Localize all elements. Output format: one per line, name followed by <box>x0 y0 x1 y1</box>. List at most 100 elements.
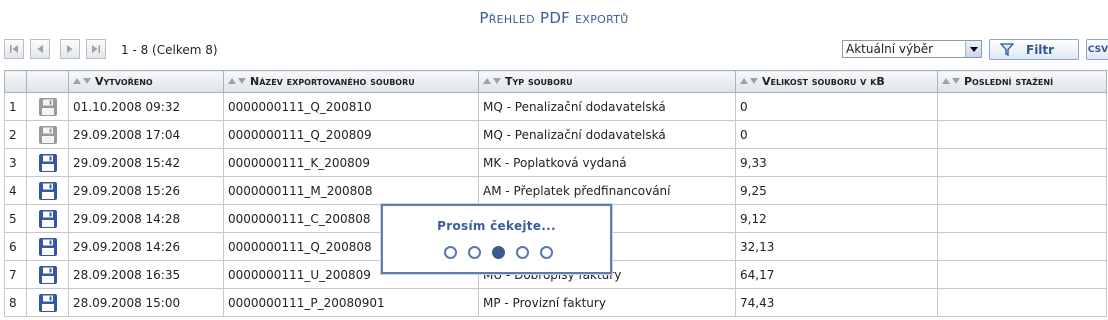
funnel-icon <box>1000 43 1014 56</box>
loading-dialog: Prosím čekejte... <box>381 204 612 274</box>
file-name-cell: 0000000111_K_200809 <box>223 148 479 177</box>
filter-button[interactable]: Filtr <box>989 39 1079 60</box>
row-number: 1 <box>4 92 27 121</box>
header-row-number <box>4 70 27 93</box>
download-cell[interactable] <box>26 148 69 177</box>
table-header-row: Vytvořeno Název exportovaného souboru Ty… <box>4 70 1107 93</box>
row-number: 4 <box>4 176 27 205</box>
row-number: 5 <box>4 204 27 233</box>
row-number: 8 <box>4 288 27 317</box>
save-disk-icon[interactable] <box>38 125 57 144</box>
header-last-download[interactable]: Poslední stažení <box>937 70 1107 93</box>
header-file-size[interactable]: Velikost souboru v kB <box>735 70 938 93</box>
header-created-label: Vytvořeno <box>95 74 153 88</box>
header-download <box>26 70 69 93</box>
table-row[interactable]: 4 29.09.2008 15:26 0000000111_M_200808 AM -… <box>4 176 1107 205</box>
prev-page-button[interactable] <box>30 39 50 59</box>
header-created[interactable]: Vytvořeno <box>68 70 224 93</box>
table-row[interactable]: 8 28.09.2008 15:00 0000000111_P_20080901 MP… <box>4 288 1107 317</box>
file-size-cell: 74,43 <box>735 288 938 317</box>
file-name-cell: 0000000111_Q_200809 <box>223 120 479 149</box>
download-cell[interactable] <box>26 232 69 261</box>
last-download-cell <box>937 260 1107 289</box>
header-last-download-label: Poslední stažení <box>964 74 1054 88</box>
download-cell[interactable] <box>26 92 69 121</box>
file-name-cell: 0000000111_P_20080901 <box>223 288 479 317</box>
save-disk-icon[interactable] <box>38 293 57 312</box>
last-download-cell <box>937 92 1107 121</box>
last-download-cell <box>937 232 1107 261</box>
filter-select[interactable]: Aktuální výběr <box>842 40 982 58</box>
row-number: 2 <box>4 120 27 149</box>
header-file-type[interactable]: Typ souboru <box>478 70 736 93</box>
file-type-cell: MQ - Penalizační dodavatelská <box>478 120 736 149</box>
page-title: Přehled PDF exportů <box>479 9 629 27</box>
last-page-button[interactable] <box>86 39 106 59</box>
save-disk-icon[interactable] <box>38 265 57 284</box>
loading-message: Prosím čekejte... <box>437 219 556 233</box>
page-info: 1 - 8 (Celkem 8) <box>121 43 218 57</box>
created-cell: 29.09.2008 15:42 <box>68 148 224 177</box>
grid-toolbar: 1 - 8 (Celkem 8) Aktuální výběr Filtr CS… <box>4 39 1108 63</box>
csv-label: CSV <box>1087 44 1108 55</box>
download-cell[interactable] <box>26 120 69 149</box>
loading-dot <box>540 246 553 259</box>
row-number: 7 <box>4 260 27 289</box>
file-name-cell: 0000000111_Q_200810 <box>223 92 479 121</box>
row-number: 3 <box>4 148 27 177</box>
row-number: 6 <box>4 232 27 261</box>
file-type-cell: AM - Přeplatek předfinancování <box>478 176 736 205</box>
save-disk-icon[interactable] <box>38 153 57 172</box>
filter-button-label: Filtr <box>1026 42 1055 57</box>
download-cell[interactable] <box>26 204 69 233</box>
save-disk-icon[interactable] <box>38 181 57 200</box>
created-cell: 29.09.2008 14:28 <box>68 204 224 233</box>
save-disk-icon[interactable] <box>38 237 57 256</box>
file-type-cell: MP - Provizní faktury <box>478 288 736 317</box>
last-page-icon <box>92 45 100 53</box>
next-page-icon <box>67 45 73 53</box>
file-size-cell: 0 <box>735 120 938 149</box>
created-cell: 28.09.2008 16:35 <box>68 260 224 289</box>
file-type-cell: MK - Poplatková vydaná <box>478 148 736 177</box>
sort-icon[interactable] <box>73 75 91 88</box>
header-file-name-label: Název exportovaného souboru <box>250 74 415 88</box>
csv-export-button[interactable]: CSV <box>1086 39 1108 60</box>
last-download-cell <box>937 120 1107 149</box>
header-file-name[interactable]: Název exportovaného souboru <box>223 70 479 93</box>
sort-icon[interactable] <box>740 75 758 88</box>
last-download-cell <box>937 176 1107 205</box>
save-disk-icon[interactable] <box>38 209 57 228</box>
first-page-button[interactable] <box>4 39 24 59</box>
save-disk-icon[interactable] <box>38 97 57 116</box>
table-row[interactable]: 1 01.10.2008 09:32 0000000111_Q_200810 MQ -… <box>4 92 1107 121</box>
file-size-cell: 0 <box>735 92 938 121</box>
created-cell: 29.09.2008 14:26 <box>68 232 224 261</box>
loading-dot <box>444 246 457 259</box>
loading-indicator <box>444 246 564 262</box>
file-size-cell: 9,33 <box>735 148 938 177</box>
next-page-button[interactable] <box>60 39 80 59</box>
exports-table: Vytvořeno Název exportovaného souboru Ty… <box>4 70 1107 317</box>
created-cell: 29.09.2008 15:26 <box>68 176 224 205</box>
filter-select-value: Aktuální výběr <box>846 42 934 56</box>
file-size-cell: 64,17 <box>735 260 938 289</box>
first-page-icon <box>10 45 18 53</box>
download-cell[interactable] <box>26 260 69 289</box>
last-download-cell <box>937 288 1107 317</box>
sort-icon[interactable] <box>942 75 960 88</box>
sort-icon[interactable] <box>228 75 246 88</box>
created-cell: 29.09.2008 17:04 <box>68 120 224 149</box>
download-cell[interactable] <box>26 288 69 317</box>
sort-icon[interactable] <box>483 75 501 88</box>
download-cell[interactable] <box>26 176 69 205</box>
loading-dot <box>468 246 481 259</box>
file-type-cell: MQ - Penalizační dodavatelská <box>478 92 736 121</box>
header-file-type-label: Typ souboru <box>505 74 573 88</box>
header-file-size-label: Velikost souboru v kB <box>762 74 885 88</box>
table-row[interactable]: 2 29.09.2008 17:04 0000000111_Q_200809 MQ -… <box>4 120 1107 149</box>
last-download-cell <box>937 148 1107 177</box>
chevron-down-icon[interactable] <box>965 41 981 57</box>
loading-dot <box>492 246 505 259</box>
table-row[interactable]: 3 29.09.2008 15:42 0000000111_K_200809 MK -… <box>4 148 1107 177</box>
